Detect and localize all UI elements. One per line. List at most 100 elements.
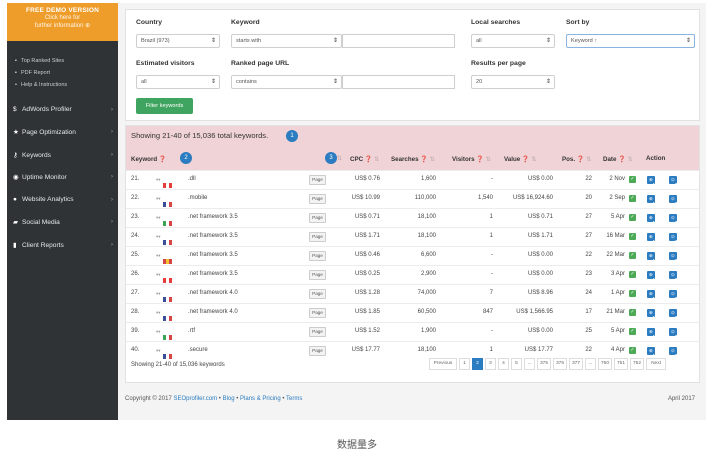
col-searches[interactable]: Searches ❓ ⇅	[391, 155, 435, 163]
subnav-pdf-report[interactable]: ▪ PDF Report	[15, 70, 50, 76]
more-button[interactable]: ⊕ More	[647, 195, 663, 206]
footer-link-plans[interactable]: Plans & Pricing	[240, 396, 281, 402]
footer-link-blog[interactable]: Blog	[223, 396, 235, 402]
check-icon: ✓	[629, 347, 636, 354]
nav-keywords[interactable]: ⚷ Keywords ›	[13, 151, 113, 159]
estimated-visitors-label: Estimated visitors	[136, 60, 195, 67]
subnav-top-ranked-sites[interactable]: ▪ Top Ranked Sites	[15, 58, 64, 64]
page-button[interactable]: Page	[309, 194, 326, 204]
page-button[interactable]: Page	[309, 232, 326, 242]
page-link[interactable]: ...	[524, 358, 535, 370]
sort-icon: ⇅	[485, 156, 491, 163]
table-row[interactable]: 22. ▾▾ .mobile Page US$ 10.99 110,000 1,540 US$…	[126, 189, 699, 214]
table-row[interactable]: 24. ▾▾ .net framework 3.5 Page US$ 1.71 18,10…	[126, 227, 699, 252]
page-button[interactable]: Page	[309, 213, 326, 223]
page-link[interactable]: Next	[646, 358, 666, 370]
footer-link-terms[interactable]: Terms	[286, 396, 302, 402]
col-date[interactable]: Date ❓ ⇅	[603, 155, 633, 163]
table-row[interactable]: 23. ▾▾ .net framework 3.5 Page US$ 0.71 18,10…	[126, 208, 699, 233]
app-window: FREE DEMO VERSION Click here for further…	[7, 3, 706, 420]
top10-button[interactable]: ⊙ Top 10	[669, 176, 682, 195]
more-button[interactable]: ⊕ More	[647, 328, 663, 339]
page-button[interactable]: Page	[309, 308, 326, 318]
page-link[interactable]: Previous	[429, 358, 457, 370]
top10-button[interactable]: ⊙ Top 10	[669, 233, 682, 252]
table-row[interactable]: 26. ▾▾ .net framework 3.5 Page US$ 0.25 2,900…	[126, 265, 699, 290]
table-row[interactable]: 27. ▾▾ .net framework 4.0 Page US$ 1.28 74,00…	[126, 284, 699, 309]
col-keyword[interactable]: Keyword ❓	[131, 155, 167, 163]
table-row[interactable]: 39. ▾▾ .rtf Page US$ 1.52 1,900 - US$ 0.00 25 5 A…	[126, 322, 699, 347]
filter-keywords-button[interactable]: Filter keywords	[136, 98, 193, 114]
page-link[interactable]: 5	[511, 358, 522, 370]
subnav-help[interactable]: • Help & Instructions	[15, 82, 67, 88]
check-icon: ✓	[629, 309, 636, 316]
searches-cell: 1,600	[420, 176, 436, 182]
keyword-match-select[interactable]: starts with ⇕	[231, 34, 342, 48]
top10-button[interactable]: ⊙ Top 10	[669, 271, 682, 290]
page-button[interactable]: Page	[309, 175, 326, 185]
more-button[interactable]: ⊕ More	[647, 252, 663, 263]
ranked-page-url-select[interactable]: contains ⇕	[231, 75, 342, 89]
page-link[interactable]: 4	[498, 358, 509, 370]
nav-website-analytics[interactable]: ● Website Analytics ›	[13, 196, 113, 203]
country-select[interactable]: Brazil (973) ⇕	[136, 34, 220, 48]
nav-page-optimization[interactable]: ★ Page Optimization ›	[13, 128, 113, 136]
local-searches-select[interactable]: all ⇕	[471, 34, 555, 48]
keyword-cell: .net framework 3.5	[188, 252, 238, 258]
estimated-visitors-select[interactable]: all ⇕	[136, 75, 220, 89]
table-row[interactable]: 25. ▾▾ .net framework 3.5 Page US$ 0.46 6,600…	[126, 246, 699, 271]
page-link[interactable]: 752	[630, 358, 644, 370]
demo-banner[interactable]: FREE DEMO VERSION Click here for further…	[7, 3, 118, 41]
cpc-cell: US$ 1.28	[354, 290, 380, 296]
check-icon: ✓	[629, 271, 636, 278]
more-button[interactable]: ⊕ More	[647, 309, 663, 320]
more-button[interactable]: ⊕ More	[647, 271, 663, 282]
top10-button[interactable]: ⊙ Top 10	[669, 347, 682, 366]
page-link[interactable]: 750	[598, 358, 612, 370]
more-button[interactable]: ⊕ More	[647, 176, 663, 187]
results-per-page-select[interactable]: 20 ⇕	[471, 75, 555, 89]
top10-button[interactable]: ⊙ Top 10	[669, 328, 682, 347]
top10-button[interactable]: ⊙ Top 10	[669, 309, 682, 328]
page-button[interactable]: Page	[309, 327, 326, 337]
col-visitors[interactable]: Visitors ❓ ⇅	[452, 155, 491, 163]
page-link[interactable]: 376	[553, 358, 567, 370]
page-button[interactable]: Page	[309, 346, 326, 356]
page-button[interactable]: Page	[309, 289, 326, 299]
footer-link-seoprofiler[interactable]: SEOprofiler.com	[173, 396, 217, 402]
sort-icon[interactable]: ⇅	[337, 155, 342, 162]
top10-button[interactable]: ⊙ Top 10	[669, 252, 682, 271]
col-pos[interactable]: Pos. ❓ ⇅	[562, 155, 591, 163]
value-cell: US$ 0.00	[527, 176, 553, 182]
keyword-input[interactable]	[342, 34, 455, 48]
page-button[interactable]: Page	[309, 251, 326, 261]
page-link[interactable]: 1	[459, 358, 470, 370]
page-link[interactable]: ...	[585, 358, 596, 370]
ranked-page-url-input[interactable]	[342, 75, 455, 89]
top10-button[interactable]: ⊙ Top 10	[669, 290, 682, 309]
table-row[interactable]: 21. ▾▾ .dll Page US$ 0.76 1,600 - US$ 0.00 22 2 N…	[126, 170, 699, 195]
pos-cell: 22	[585, 176, 592, 182]
top10-button[interactable]: ⊙ Top 10	[669, 195, 682, 214]
more-button[interactable]: ⊕ More	[647, 347, 663, 358]
page-link[interactable]: 3	[485, 358, 496, 370]
page-link[interactable]: 751	[614, 358, 628, 370]
table-row[interactable]: 28. ▾▾ .net framework 4.0 Page US$ 1.85 60,50…	[126, 303, 699, 328]
col-cpc[interactable]: CPC ❓ ⇅	[350, 155, 379, 163]
page-link[interactable]: 2	[472, 358, 483, 370]
page-link[interactable]: 377	[569, 358, 583, 370]
more-button[interactable]: ⊕ More	[647, 214, 663, 225]
nav-adwords-profiler[interactable]: $ AdWords Profiler ›	[13, 106, 113, 113]
nav-client-reports[interactable]: ▮ Client Reports ›	[13, 241, 113, 249]
check-icon: ✓	[629, 214, 636, 221]
results-per-page-label: Results per page	[471, 60, 526, 67]
nav-social-media[interactable]: ▰ Social Media ›	[13, 218, 113, 226]
sort-by-select[interactable]: Keyword ↑ ⇕	[566, 34, 695, 48]
nav-uptime-monitor[interactable]: ◉ Uptime Monitor ›	[13, 173, 113, 181]
page-button[interactable]: Page	[309, 270, 326, 280]
more-button[interactable]: ⊕ More	[647, 233, 663, 244]
top10-button[interactable]: ⊙ Top 10	[669, 214, 682, 233]
col-value[interactable]: Value ❓ ⇅	[504, 155, 537, 163]
page-link[interactable]: 375	[537, 358, 551, 370]
more-button[interactable]: ⊕ More	[647, 290, 663, 301]
